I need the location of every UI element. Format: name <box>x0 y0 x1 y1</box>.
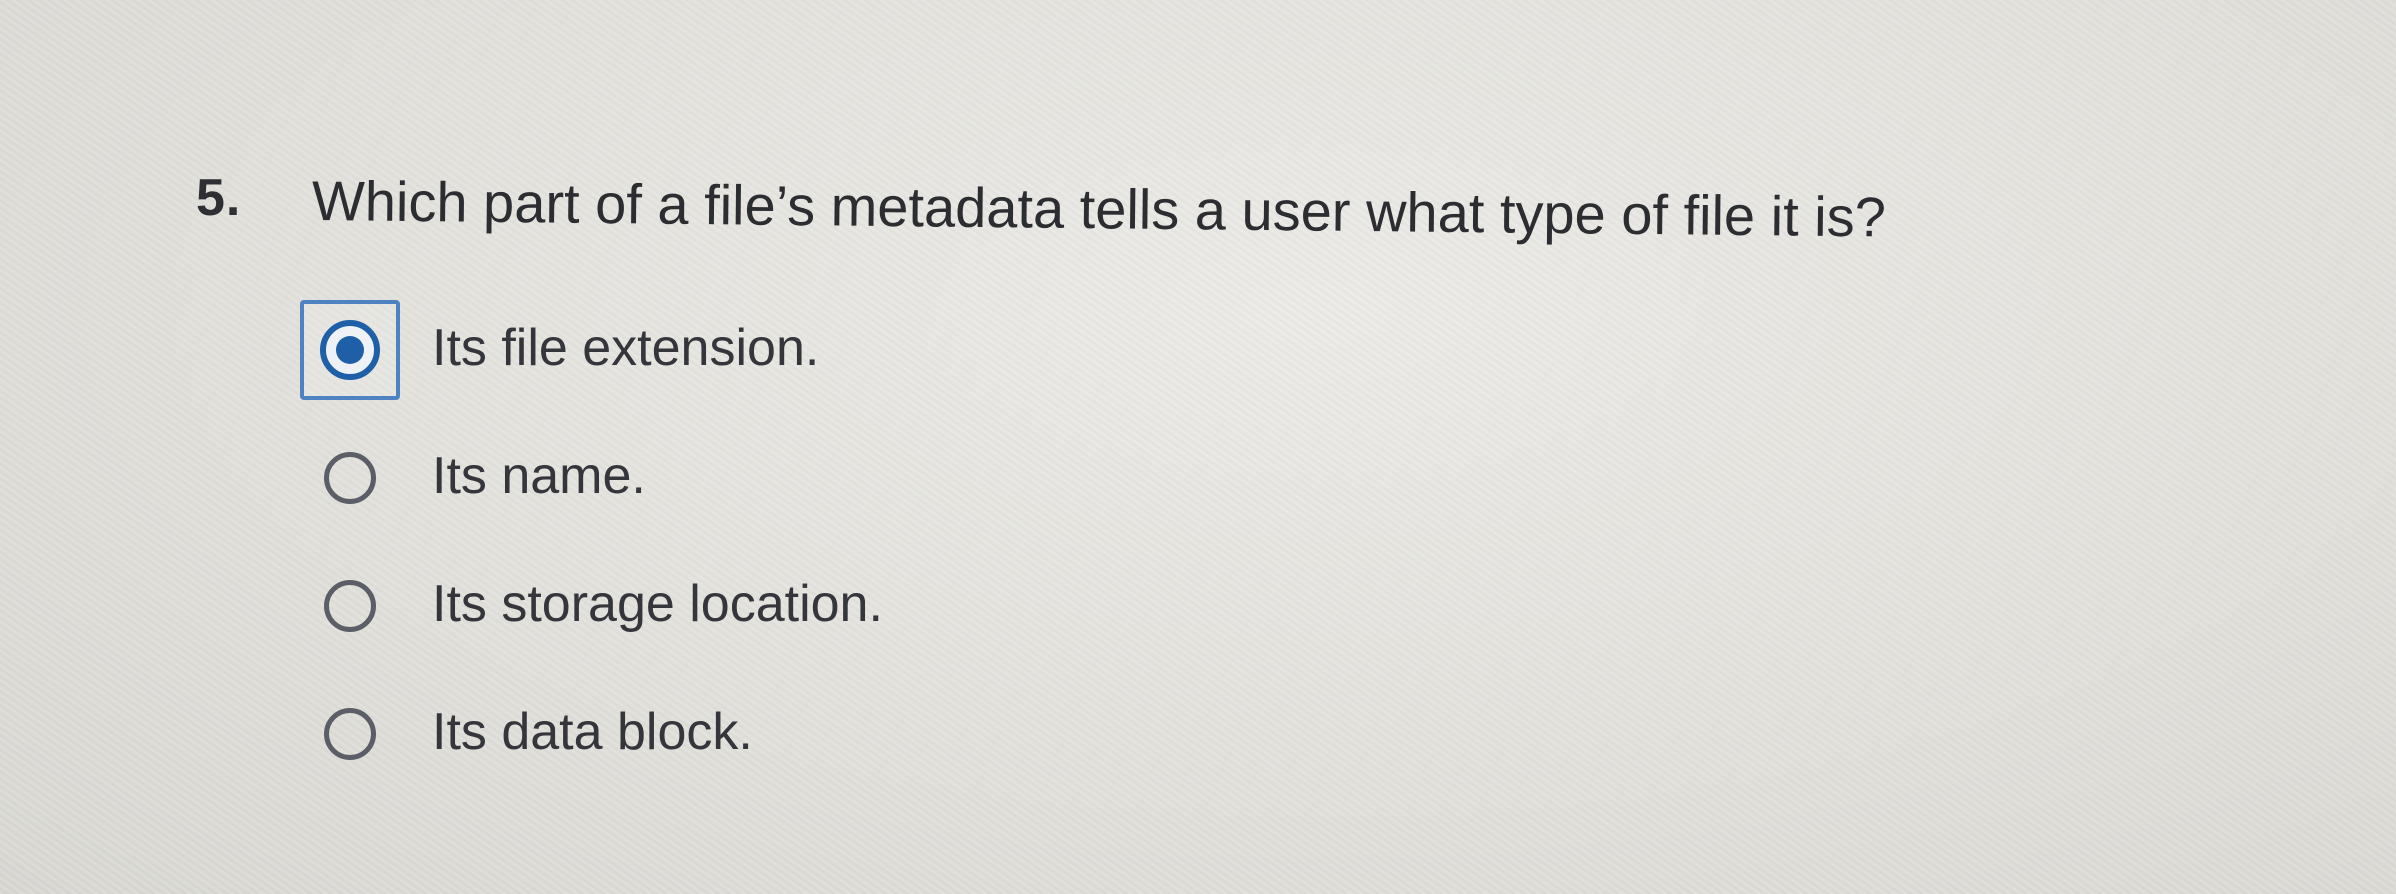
option-label: Its storage location. <box>432 575 883 633</box>
option-storage-location[interactable]: Its storage location. <box>300 556 1300 656</box>
radio-button[interactable] <box>324 708 376 760</box>
question-text: Which part of a file’s metadata tells a … <box>311 169 1887 249</box>
radio-wrap <box>300 428 400 528</box>
radio-button[interactable] <box>324 580 376 632</box>
option-data-block[interactable]: Its data block. <box>300 684 1300 784</box>
radio-selected-dot <box>336 336 364 364</box>
option-name[interactable]: Its name. <box>300 428 1300 528</box>
radio-button-selected[interactable] <box>320 320 380 380</box>
radio-button[interactable] <box>324 452 376 504</box>
option-file-extension[interactable]: Its file extension. <box>300 300 1300 400</box>
radio-wrap <box>300 684 400 784</box>
question: 5. Which part of a file’s metadata tells… <box>196 168 2196 258</box>
radio-wrap <box>300 556 400 656</box>
radio-focus-ring <box>300 300 400 400</box>
option-label: Its name. <box>432 447 646 505</box>
option-label: Its file extension. <box>432 319 820 377</box>
question-number: 5. <box>196 169 242 227</box>
option-label: Its data block. <box>432 703 753 761</box>
